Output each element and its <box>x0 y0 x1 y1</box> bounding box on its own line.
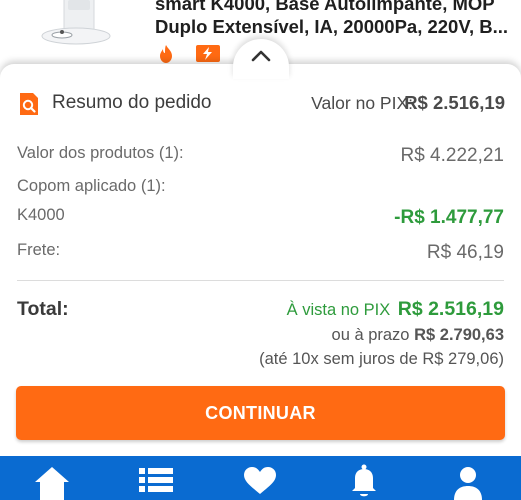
fire-icon <box>160 45 172 63</box>
product-title-line-2: Duplo Extensível, IA, 20000Pa, 220V, B..… <box>155 16 509 37</box>
installment-detail: (até 10x sem juros de R$ 279,06) <box>259 350 504 368</box>
robot-vacuum-image <box>41 0 111 45</box>
search-receipt-icon <box>20 93 38 115</box>
products-label: Valor dos produtos (1): <box>17 144 184 162</box>
heart-icon <box>244 467 276 494</box>
pix-header-label: Valor no PIX: <box>311 93 413 113</box>
nav-home[interactable] <box>22 456 82 500</box>
installment-line: ou à prazo R$ 2.790,63 <box>332 326 504 345</box>
chevron-up-icon <box>251 50 271 62</box>
coupon-discount: -R$ 1.477,77 <box>394 207 504 228</box>
coupon-label: Copom aplicado (1): <box>17 177 166 195</box>
list-icon <box>139 468 173 492</box>
products-value: R$ 4.222,21 <box>400 145 504 166</box>
total-cash: À vista no PIX R$ 2.516,19 <box>287 298 504 321</box>
user-icon <box>454 467 482 500</box>
nav-notifications[interactable] <box>334 456 394 500</box>
installment-prefix: ou à prazo <box>331 326 410 344</box>
nav-favorites[interactable] <box>230 456 290 500</box>
nav-categories[interactable] <box>126 456 186 500</box>
shipping-label: Frete: <box>17 241 61 259</box>
divider <box>17 280 504 281</box>
pix-header-value: R$ 2.516,19 <box>404 92 505 113</box>
home-icon <box>35 467 69 500</box>
flash-deal-icon <box>196 45 220 62</box>
shipping-value: R$ 46,19 <box>426 242 504 263</box>
bottom-nav <box>0 456 521 500</box>
total-label: Total: <box>17 298 69 320</box>
coupon-code: K4000 <box>17 206 65 224</box>
bell-icon <box>352 464 376 497</box>
continue-button[interactable]: CONTINUAR <box>16 386 505 440</box>
cash-label: À vista no PIX <box>286 301 391 319</box>
nav-account[interactable] <box>438 456 498 500</box>
installment-value: R$ 2.790,63 <box>414 326 504 344</box>
cash-value: R$ 2.516,19 <box>397 298 504 320</box>
product-title[interactable]: smart K4000, Base Autolimpante, MOP Dupl… <box>155 0 515 38</box>
summary-title: Resumo do pedido <box>52 92 212 113</box>
product-title-line-1: smart K4000, Base Autolimpante, MOP <box>155 0 495 14</box>
